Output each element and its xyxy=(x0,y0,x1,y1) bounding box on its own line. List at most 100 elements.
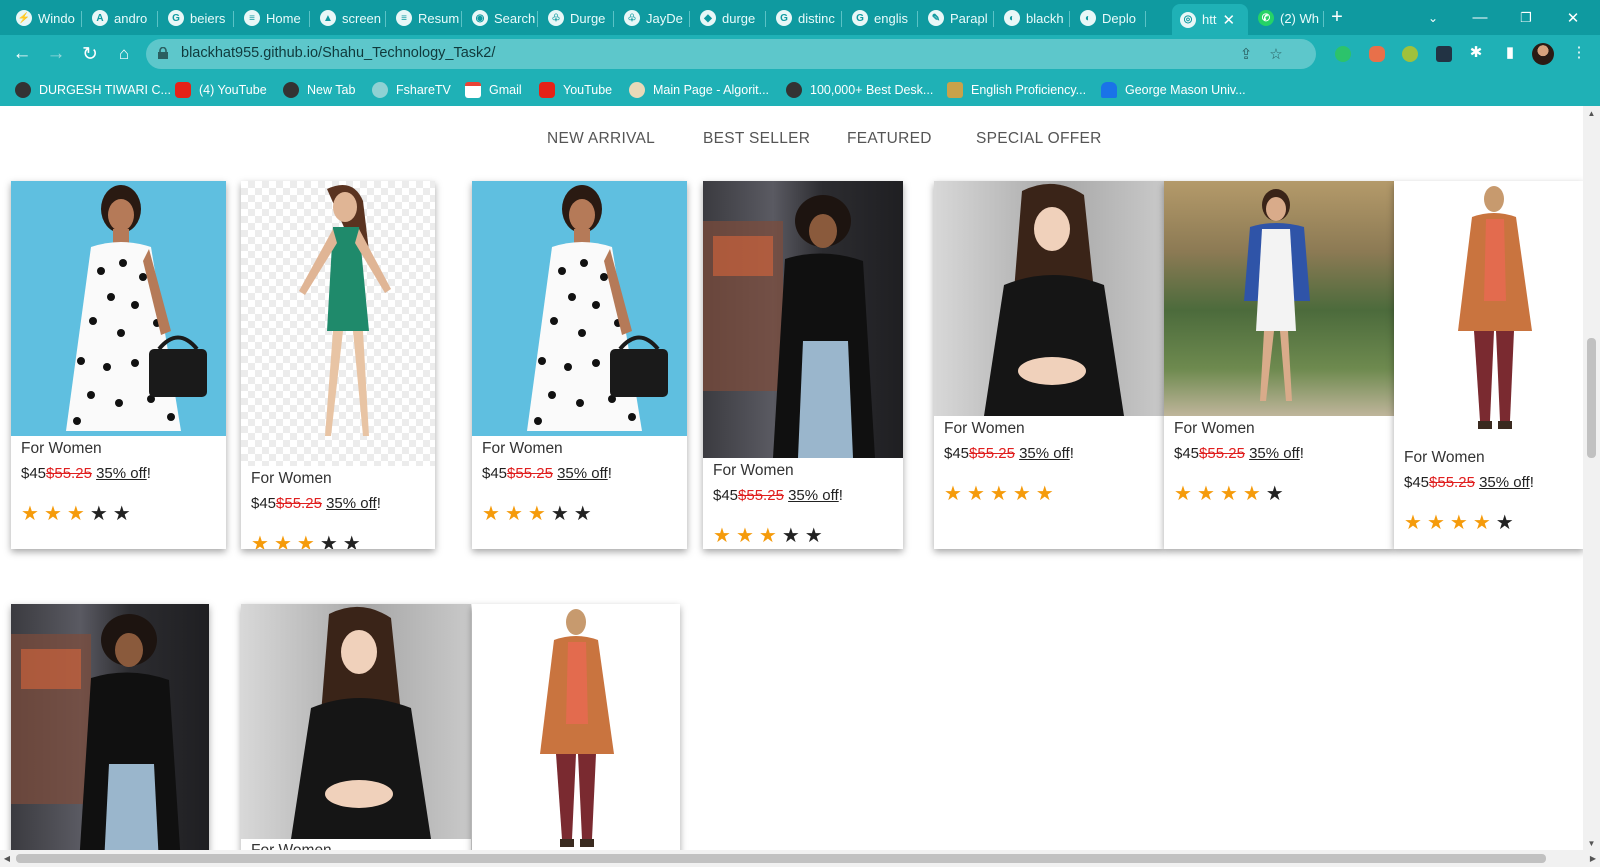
bookmark-item[interactable]: FshareTV xyxy=(372,80,451,100)
product-card[interactable]: For Women $45$55.25 35% off! ★ ★ ★ ★ ★ xyxy=(703,181,903,549)
category-nav: NEW ARRIVAL BEST SELLER FEATURED SPECIAL… xyxy=(0,130,1583,152)
plus-icon[interactable]: + xyxy=(1320,0,1354,35)
product-label: For Women xyxy=(713,462,794,479)
close-tab-icon[interactable]: ✕ xyxy=(1222,11,1235,29)
bookmarks-bar: DURGESH TIWARI C... (4) YouTube New Tab … xyxy=(0,73,1600,106)
product-label: For Women xyxy=(21,440,102,457)
current-price: $45 xyxy=(1404,474,1430,491)
product-card[interactable] xyxy=(472,604,680,850)
tab-search-chevron-icon[interactable]: ⌄ xyxy=(1410,0,1456,35)
scroll-right-icon[interactable]: ▶ xyxy=(1586,850,1600,867)
extension-icon[interactable] xyxy=(1436,46,1452,62)
discount-link[interactable]: 35% off xyxy=(557,465,608,482)
browser-tab[interactable]: Gbeiers xyxy=(160,4,234,32)
browser-tab[interactable]: ◐ blackh xyxy=(996,4,1070,32)
reload-icon[interactable]: ↻ xyxy=(77,41,103,67)
extension-icon[interactable] xyxy=(1402,46,1418,62)
bookmark-star-icon[interactable]: ☆ xyxy=(1268,46,1284,63)
bookmark-item[interactable]: English Proficiency... xyxy=(947,80,1086,100)
home-icon[interactable]: ⌂ xyxy=(111,41,137,67)
scroll-thumb[interactable] xyxy=(1587,338,1596,458)
product-label: For Women xyxy=(1174,420,1255,437)
browser-tab[interactable]: ≡ Home xyxy=(236,4,310,32)
scroll-up-icon[interactable]: ▲ xyxy=(1583,106,1600,120)
product-card[interactable]: For Women $45$55.25 35% off! ★ ★ ★ ★ ★ xyxy=(1164,181,1394,549)
share-icon[interactable]: ⇪ xyxy=(1238,46,1254,63)
discount-suffix: ! xyxy=(607,465,612,482)
product-card[interactable]: For Women xyxy=(241,604,471,850)
nav-best-seller[interactable]: BEST SELLER xyxy=(703,130,810,148)
browser-tab[interactable]: ◆ durge xyxy=(692,4,766,32)
browser-tab[interactable]: ✆ (2) Wh xyxy=(1250,4,1324,32)
vertical-scrollbar[interactable]: ▲ ▼ xyxy=(1583,106,1600,850)
bookmark-item[interactable]: 100,000+ Best Desk... xyxy=(786,80,933,100)
browser-tab[interactable]: ♧ JayDe xyxy=(616,4,690,32)
gmail-icon xyxy=(465,82,481,98)
tab-title: andro xyxy=(114,10,148,26)
grammarly-icon[interactable] xyxy=(1335,46,1351,62)
product-card[interactable]: For Women $45$55.25 35% off! ★ ★ ★ ★ ★ xyxy=(1394,181,1583,549)
star-filled-icon: ★ xyxy=(1449,512,1468,534)
discount-link[interactable]: 35% off xyxy=(96,465,147,482)
avatar[interactable] xyxy=(1532,43,1554,65)
bookmark-item[interactable]: Gmail xyxy=(465,80,522,100)
nav-new-arrival[interactable]: NEW ARRIVAL xyxy=(547,130,655,148)
close-window-icon[interactable]: ✕ xyxy=(1550,0,1596,35)
product-card[interactable]: For Women $45$55.25 35% off! ★ ★ ★ ★ ★ xyxy=(11,181,226,549)
bookmark-item[interactable]: YouTube xyxy=(539,80,612,100)
bookmark-label: 100,000+ Best Desk... xyxy=(810,83,934,97)
address-bar[interactable]: blackhat955.github.io/Shahu_Technology_T… xyxy=(146,39,1316,69)
browser-toolbar: ← → ↻ ⌂ blackhat955.github.io/Shahu_Tech… xyxy=(0,35,1600,73)
kebab-menu-icon[interactable]: ⋮ xyxy=(1571,44,1587,61)
browser-tab[interactable]: ≡ Resum xyxy=(388,4,462,32)
search-tab-icon: ◉ xyxy=(472,10,488,26)
star-filled-icon: ★ xyxy=(296,533,315,549)
leaf-icon: ♧ xyxy=(548,10,564,26)
browser-tab-active[interactable]: ◎ htt ✕ xyxy=(1172,4,1248,35)
browser-tab[interactable]: ⚡ Windo xyxy=(8,4,82,32)
browser-tab[interactable]: ▲ screen xyxy=(312,4,386,32)
discount-link[interactable]: 35% off xyxy=(326,495,377,512)
discount-link[interactable]: 35% off xyxy=(1479,474,1530,491)
product-card[interactable]: For Women $45$55.25 35% off! ★ ★ ★ ★ ★ xyxy=(934,181,1164,549)
browser-tab[interactable]: Aandro xyxy=(84,4,158,32)
product-card[interactable] xyxy=(11,604,209,850)
browser-tab[interactable]: ♧ Durge xyxy=(540,4,614,32)
nav-special-offer[interactable]: SPECIAL OFFER xyxy=(976,130,1102,148)
browser-tab[interactable]: ◐ Deplo xyxy=(1072,4,1146,32)
bookmark-item[interactable]: George Mason Univ... xyxy=(1101,80,1246,100)
google-icon: G xyxy=(852,10,868,26)
star-filled-icon: ★ xyxy=(1196,483,1215,505)
restore-icon[interactable]: ❐ xyxy=(1503,0,1549,35)
bookmark-item[interactable]: DURGESH TIWARI C... xyxy=(15,80,171,100)
discount-link[interactable]: 35% off xyxy=(788,487,839,504)
scroll-down-icon[interactable]: ▼ xyxy=(1583,836,1600,850)
browser-tab[interactable]: ◉ Search xyxy=(464,4,538,32)
bookmark-item[interactable]: (4) YouTube xyxy=(175,80,267,100)
bookmark-item[interactable]: Main Page - Algorit... xyxy=(629,80,769,100)
tab-title: Parapl xyxy=(950,10,988,26)
product-price: $45$55.25 35% off! xyxy=(713,487,843,504)
bookmark-item[interactable]: New Tab xyxy=(283,80,355,100)
product-card[interactable]: For Women $45$55.25 35% off! ★ ★ ★ ★ ★ xyxy=(472,181,687,549)
browser-tab[interactable]: Gdistinc xyxy=(768,4,842,32)
tab-strip: ⚡ Windo Aandro Gbeiers ≡ Home ▲ screen ≡ Res… xyxy=(0,0,1600,35)
star-empty-icon: ★ xyxy=(550,503,569,525)
minimize-icon[interactable]: — xyxy=(1457,0,1503,35)
browser-tab[interactable]: Genglis xyxy=(844,4,918,32)
puzzle-icon[interactable]: ✱ xyxy=(1468,44,1484,61)
scroll-thumb[interactable] xyxy=(16,854,1546,863)
nav-featured[interactable]: FEATURED xyxy=(847,130,932,148)
horizontal-scrollbar[interactable]: ◀ ▶ xyxy=(0,850,1600,867)
extension-icon[interactable] xyxy=(1369,46,1385,62)
back-icon[interactable]: ← xyxy=(9,41,35,67)
discount-suffix: ! xyxy=(376,495,381,512)
side-panel-icon[interactable]: ▮ xyxy=(1502,44,1518,61)
discount-link[interactable]: 35% off xyxy=(1249,445,1300,462)
product-card[interactable]: For Women $45$55.25 35% off! ★ ★ ★ ★ ★ xyxy=(241,181,435,549)
scroll-left-icon[interactable]: ◀ xyxy=(0,850,14,867)
forward-icon[interactable]: → xyxy=(43,41,69,67)
discount-link[interactable]: 35% off xyxy=(1019,445,1070,462)
browser-tab[interactable]: ✎ Parapl xyxy=(920,4,994,32)
product-label: For Women xyxy=(251,842,332,850)
